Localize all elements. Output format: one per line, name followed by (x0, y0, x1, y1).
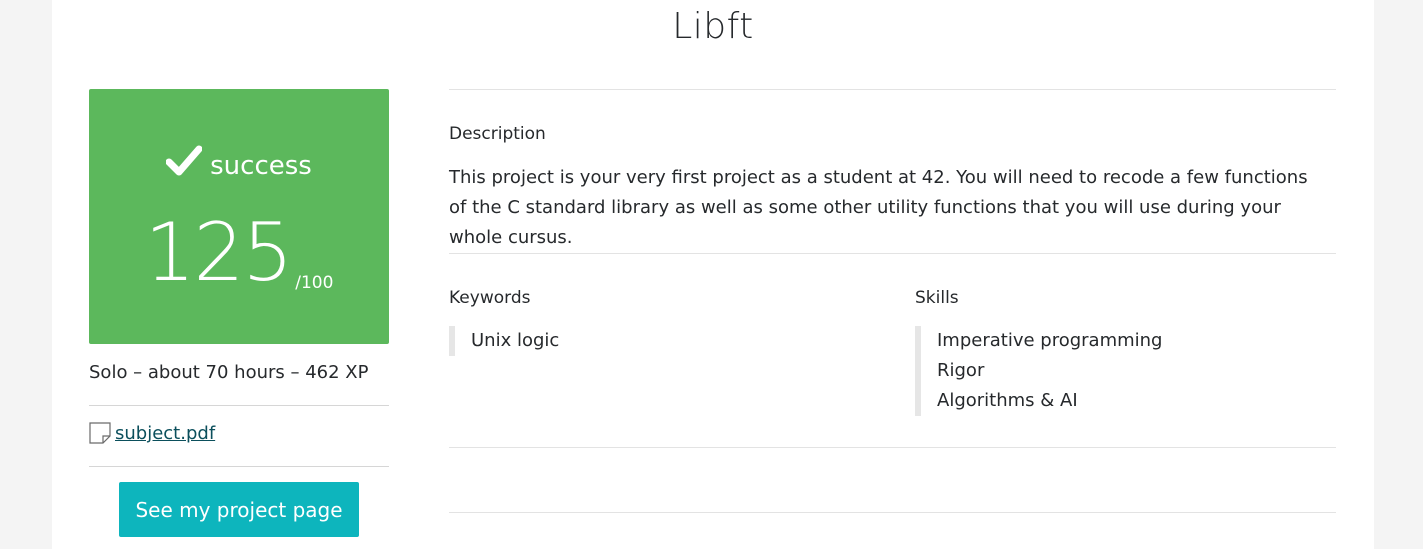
subject-pdf-link[interactable]: subject.pdf (115, 423, 215, 444)
score-card: success 125 /100 (89, 89, 389, 344)
project-panel: Libft success 125 /100 Solo – about 70 h… (52, 0, 1374, 549)
score-value: 125 (144, 206, 294, 299)
divider (449, 253, 1336, 254)
skill-item: Imperative programming (937, 330, 1163, 351)
keywords-label: Keywords (449, 288, 531, 308)
description-label: Description (449, 124, 546, 144)
divider (449, 447, 1336, 448)
status-label: success (210, 151, 312, 181)
divider (89, 405, 389, 406)
score-max: /100 (295, 273, 334, 293)
skills-label: Skills (915, 288, 959, 308)
divider (449, 89, 1336, 90)
checkmark-icon (166, 145, 203, 176)
subject-row: subject.pdf (89, 422, 215, 444)
project-meta: Solo – about 70 hours – 462 XP (89, 362, 369, 383)
page-title: Libft (672, 6, 754, 47)
skill-item: Rigor (937, 360, 985, 381)
document-icon (89, 422, 111, 444)
skills-list: Imperative programming Rigor Algorithms … (915, 326, 1162, 416)
divider (449, 512, 1336, 513)
divider (89, 466, 389, 467)
skill-item: Algorithms & AI (937, 390, 1078, 411)
description-text: This project is your very first project … (449, 167, 1308, 248)
score: 125 /100 (89, 207, 389, 299)
status-row: success (89, 141, 389, 181)
see-project-page-button[interactable]: See my project page (119, 482, 359, 537)
keywords-list: Unix logic (449, 326, 559, 356)
keyword-item: Unix logic (471, 330, 560, 351)
